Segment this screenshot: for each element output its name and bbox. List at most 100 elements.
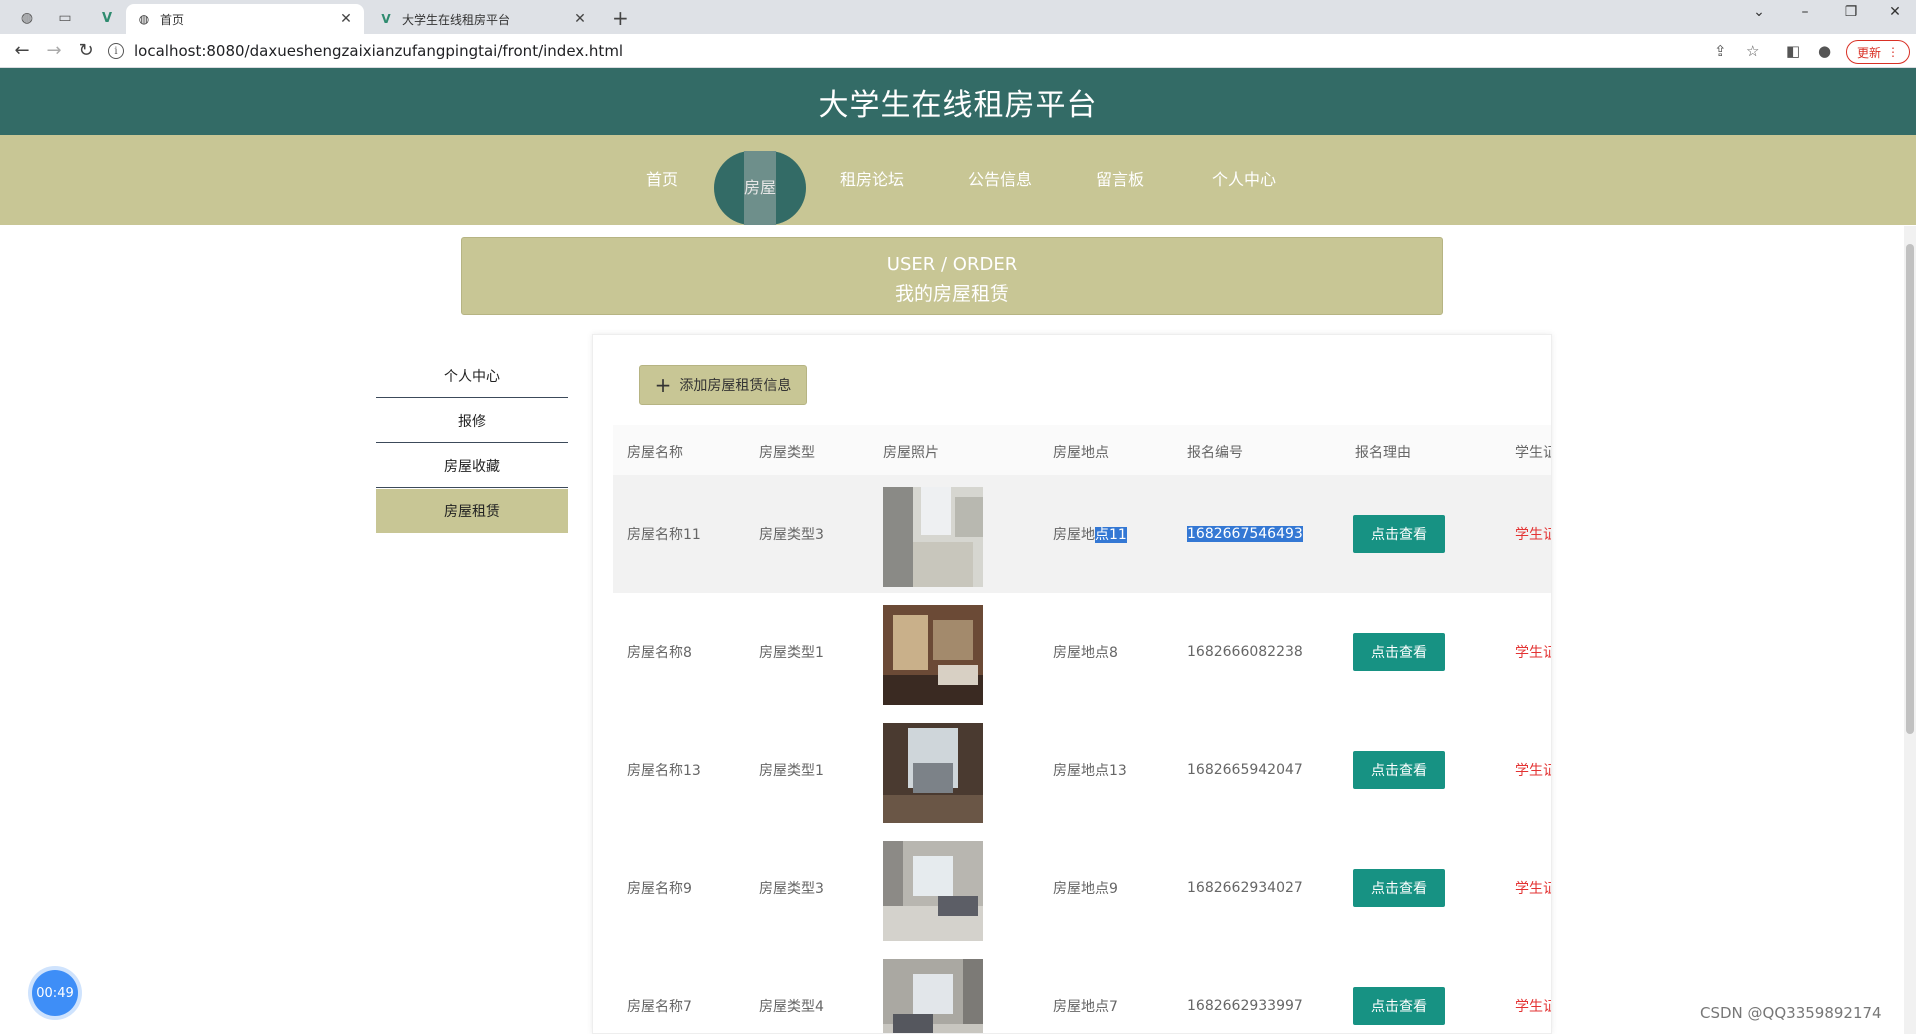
view-button[interactable]: 点击查看	[1353, 515, 1445, 553]
sidepanel-icon[interactable]: ◧	[1786, 42, 1800, 60]
signup-code: 1682667546493	[1187, 526, 1303, 542]
sidebar-item-favorites[interactable]: 房屋收藏	[376, 444, 568, 488]
vue-icon: V	[101, 10, 113, 26]
address-bar-row: ← → ↻ i localhost:8080/daxueshengzaixian…	[0, 34, 1916, 68]
vue-icon: V	[381, 12, 391, 26]
update-button[interactable]: 更新 ⋮	[1846, 40, 1910, 64]
site-nav: 首页 房屋 租房论坛 公告信息 留言板 个人中心	[0, 135, 1916, 225]
house-type: 房屋类型1	[759, 763, 824, 779]
back-button[interactable]: ←	[10, 40, 34, 61]
student-card-link[interactable]: 学生证	[1515, 642, 1551, 662]
tab-title: 大学生在线租房平台	[402, 12, 511, 27]
house-location: 房屋地点13	[1053, 763, 1127, 779]
column-header: 报名编号	[1187, 445, 1243, 461]
house-photo[interactable]	[883, 487, 983, 587]
sidebar-item-rental[interactable]: 房屋租赁	[376, 489, 568, 533]
url-text: localhost:8080/daxueshengzaixianzufangpi…	[134, 42, 624, 60]
page-title: 我的房屋租赁	[894, 283, 1009, 305]
house-location: 房屋地点9	[1053, 881, 1118, 897]
nav-notice[interactable]: 公告信息	[956, 165, 1044, 195]
more-icon: ⋮	[1887, 45, 1899, 59]
table-row[interactable]: 房屋名称9 房屋类型3 房屋地点9 1682662934027 点击查看 学生证	[613, 829, 1551, 947]
table-row[interactable]: 房屋名称13 房屋类型1 房屋地点13 1682665942047 点击查看 学…	[613, 711, 1551, 829]
house-name: 房屋名称8	[627, 645, 692, 661]
tab-search-icon[interactable]: ⌄	[1736, 4, 1782, 20]
update-label: 更新	[1856, 45, 1881, 60]
student-card-link[interactable]: 学生证	[1515, 878, 1551, 898]
house-photo[interactable]	[883, 959, 983, 1034]
selected-text: 点11	[1095, 527, 1127, 543]
rental-table: 房屋名称 房屋类型 房屋照片 房屋地点 报名编号 报名理由 学生证 房屋名称11…	[613, 425, 1551, 1034]
close-icon[interactable]: ✕	[572, 11, 588, 27]
house-type: 房屋类型4	[759, 999, 824, 1015]
house-photo[interactable]	[883, 605, 983, 705]
view-button[interactable]: 点击查看	[1353, 751, 1445, 789]
student-card-link[interactable]: 学生证	[1515, 524, 1551, 544]
sidebar: 个人中心 报修 房屋收藏 房屋租赁	[352, 334, 592, 1034]
house-location: 房屋地点7	[1053, 999, 1118, 1015]
nav-personal-center[interactable]: 个人中心	[1200, 165, 1288, 195]
location-text: 房屋地	[1053, 527, 1095, 543]
forward-button[interactable]: →	[42, 40, 66, 61]
watermark: CSDN @QQ3359892174	[1700, 1004, 1882, 1022]
column-header: 房屋地点	[1053, 445, 1109, 461]
sidebar-item-personal-center[interactable]: 个人中心	[376, 354, 568, 398]
house-photo[interactable]	[883, 841, 983, 941]
tab-title: 首页	[160, 12, 185, 27]
globe-icon: ◍	[20, 10, 34, 26]
star-icon[interactable]: ☆	[1746, 42, 1759, 60]
view-button[interactable]: 点击查看	[1353, 987, 1445, 1025]
reload-button[interactable]: ↻	[74, 40, 98, 61]
tab-home[interactable]: ◍ 首页 ✕	[126, 4, 364, 34]
table-header: 房屋名称 房屋类型 房屋照片 房屋地点 报名编号 报名理由 学生证	[613, 425, 1551, 475]
sidebar-item-repair[interactable]: 报修	[376, 399, 568, 443]
share-icon[interactable]: ⇪	[1714, 42, 1727, 60]
add-rental-button[interactable]: + 添加房屋租赁信息	[639, 365, 807, 405]
house-type: 房屋类型1	[759, 645, 824, 661]
column-header: 学生证	[1515, 445, 1551, 461]
page-banner: USER / ORDER 我的房屋租赁	[461, 237, 1443, 315]
house-location: 房屋地点8	[1053, 645, 1118, 661]
nav-home[interactable]: 首页	[632, 165, 692, 195]
house-name: 房屋名称9	[627, 881, 692, 897]
minimize-button[interactable]: –	[1782, 4, 1828, 20]
view-button[interactable]: 点击查看	[1353, 869, 1445, 907]
nav-house-label: 房屋	[744, 151, 776, 225]
signup-code: 1682665942047	[1187, 762, 1303, 778]
view-button[interactable]: 点击查看	[1353, 633, 1445, 671]
recording-timer: 00:49	[32, 970, 78, 1016]
scrollbar-thumb[interactable]	[1906, 244, 1914, 734]
signup-code: 1682662934027	[1187, 880, 1303, 896]
new-tab-button[interactable]: +	[612, 6, 629, 30]
tab-platform[interactable]: V 大学生在线租房平台 ✕	[368, 4, 598, 34]
table-row[interactable]: 房屋名称7 房屋类型4 房屋地点7 1682662933997 点击查看 学生证	[613, 947, 1551, 1034]
close-window-button[interactable]: ✕	[1872, 4, 1916, 20]
table-row[interactable]: 房屋名称8 房屋类型1 房屋地点8 1682666082238 点击查看 学生证	[613, 593, 1551, 711]
url-field[interactable]: i localhost:8080/daxueshengzaixianzufang…	[108, 38, 1728, 64]
page-scrollbar[interactable]	[1904, 226, 1916, 1034]
profile-icon[interactable]: ●	[1818, 42, 1831, 60]
pinned-tab-globe[interactable]: ◍	[10, 6, 44, 30]
house-type: 房屋类型3	[759, 881, 824, 897]
nav-forum[interactable]: 租房论坛	[828, 165, 916, 195]
info-icon[interactable]: i	[108, 43, 124, 59]
nav-message-board[interactable]: 留言板	[1090, 165, 1150, 195]
globe-icon: ◍	[138, 12, 150, 26]
page-icon: ▭	[58, 10, 72, 26]
student-card-link[interactable]: 学生证	[1515, 760, 1551, 780]
pinned-tab-blank[interactable]: ▭	[48, 6, 82, 30]
main-panel: + 添加房屋租赁信息 房屋名称 房屋类型 房屋照片 房屋地点 报名编号 报名理由…	[592, 334, 1552, 1034]
site-header: 大学生在线租房平台	[0, 68, 1916, 135]
house-type: 房屋类型3	[759, 527, 824, 543]
house-photo[interactable]	[883, 723, 983, 823]
column-header: 报名理由	[1355, 445, 1411, 461]
close-icon[interactable]: ✕	[338, 11, 354, 27]
add-rental-label: 添加房屋租赁信息	[679, 378, 792, 394]
table-row[interactable]: 房屋名称11 房屋类型3 房屋地点11 1682667546493 点击查看 学…	[613, 475, 1551, 593]
nav-house[interactable]: 房屋	[714, 151, 806, 225]
plus-icon: +	[654, 373, 672, 397]
restore-button[interactable]: ❐	[1828, 4, 1874, 20]
column-header: 房屋名称	[627, 445, 683, 461]
student-card-link[interactable]: 学生证	[1515, 996, 1551, 1016]
pinned-tab-vue[interactable]: V	[90, 6, 124, 30]
